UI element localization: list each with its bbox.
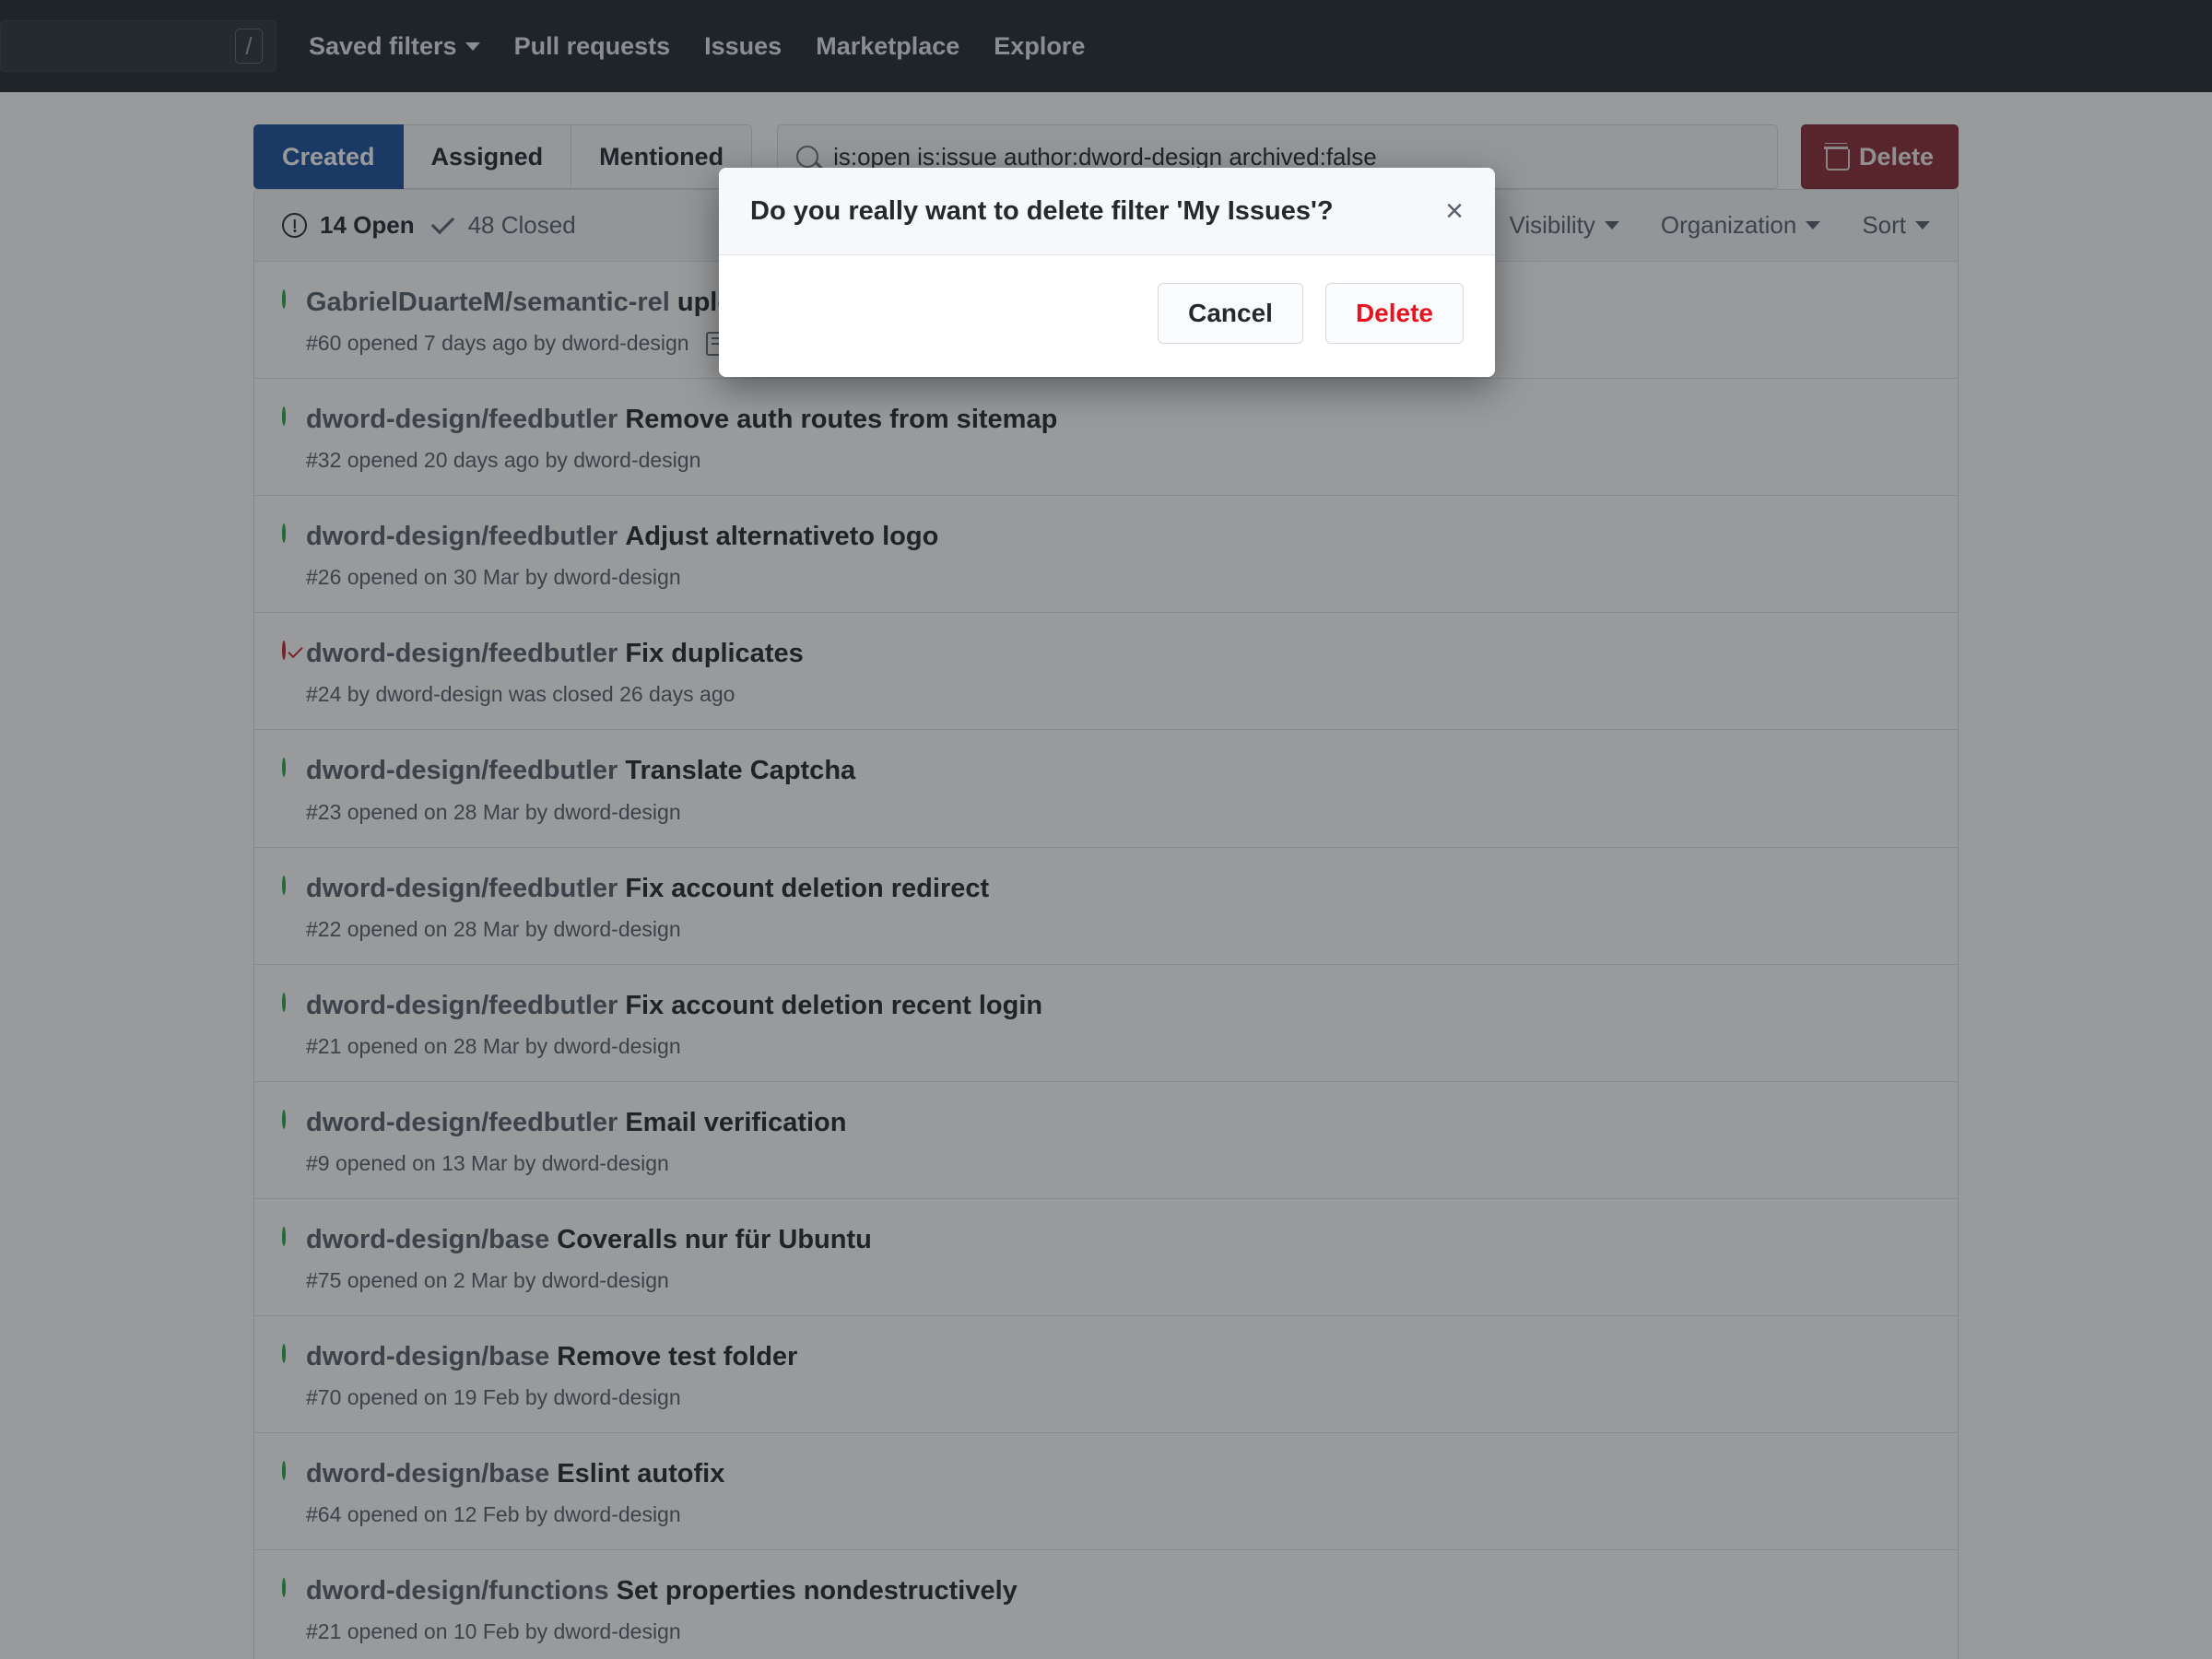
page-root: / Saved filters Pull requests Issues Mar… [0,0,2212,1659]
close-icon[interactable]: × [1445,195,1464,227]
cancel-button[interactable]: Cancel [1158,283,1303,344]
modal-title: Do you really want to delete filter 'My … [750,195,1334,226]
confirm-delete-button[interactable]: Delete [1324,283,1464,344]
delete-filter-modal: Do you really want to delete filter 'My … [719,168,1495,377]
modal-body: Cancel Delete [719,255,1495,377]
modal-header: Do you really want to delete filter 'My … [719,168,1495,255]
